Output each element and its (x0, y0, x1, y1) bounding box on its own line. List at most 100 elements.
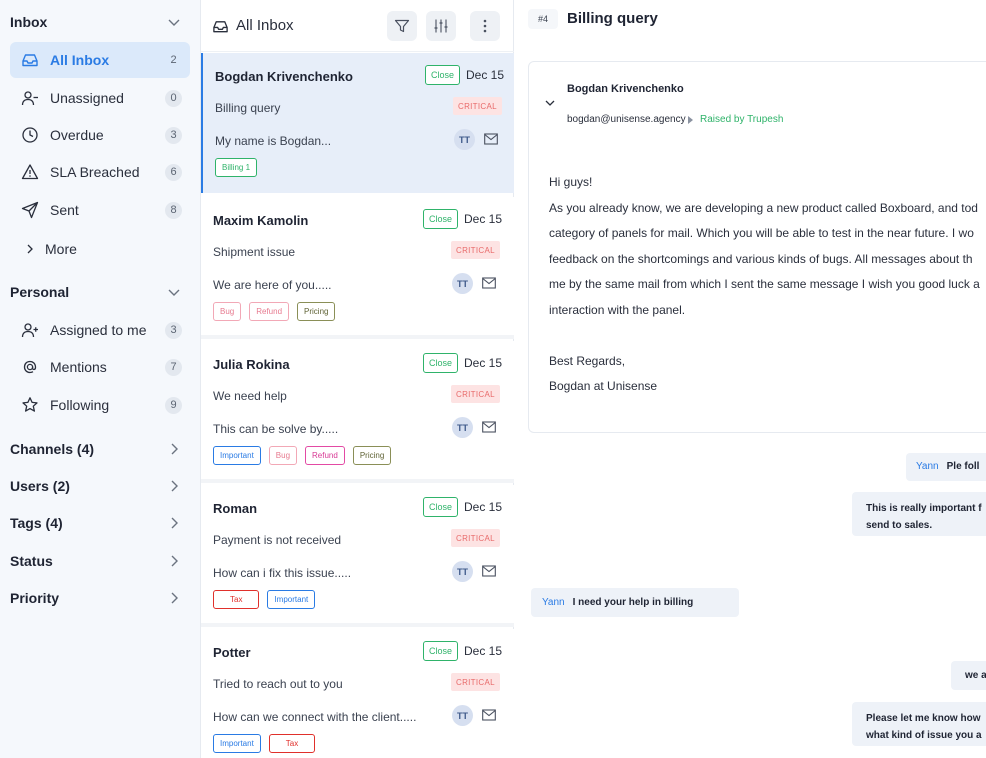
tag[interactable]: Bug (268, 446, 298, 465)
close-button[interactable]: Close (425, 65, 461, 85)
tag[interactable]: Tax (268, 734, 316, 753)
close-button[interactable]: Close (423, 209, 459, 229)
sidebar-item-more[interactable]: More (24, 239, 77, 259)
mail-icon[interactable] (484, 133, 498, 145)
sidebar-item-sla-breached[interactable]: SLA Breached 6 (10, 154, 190, 190)
sidebar-group-tags[interactable]: Tags (4) (10, 511, 182, 535)
sidebar-item-unassigned[interactable]: Unassigned 0 (10, 80, 190, 116)
chevron-down-icon (168, 19, 180, 26)
email-body: Hi guys! As you already know, we are dev… (549, 170, 986, 400)
sidebar-group-channels[interactable]: Channels (4) (10, 437, 182, 461)
ticket-preview: My name is Bogdan... (215, 134, 332, 148)
ticket-title: Billing query (567, 10, 658, 27)
tag-list: Billing 1 (215, 158, 258, 177)
ticket-date: Dec 15 (464, 356, 503, 370)
sidebar-item-all-inbox[interactable]: All Inbox 2 (10, 42, 190, 78)
close-button[interactable]: Close (423, 353, 459, 373)
body-line (549, 323, 986, 349)
mail-icon[interactable] (482, 709, 496, 721)
user-minus-icon (21, 89, 39, 107)
sidebar-item-overdue[interactable]: Overdue 3 (10, 117, 190, 153)
sidebar-group-users[interactable]: Users (2) (10, 474, 182, 498)
chevron-right-icon (171, 480, 178, 492)
tag[interactable]: Pricing (297, 302, 336, 321)
avatar[interactable]: TT (452, 417, 473, 438)
tag[interactable]: Important (213, 734, 261, 753)
count-badge: 6 (165, 163, 182, 181)
tag[interactable]: Pricing (352, 446, 392, 465)
tag[interactable]: Important (267, 590, 316, 609)
chat-bubble: Please let me know how what kind of issu… (852, 702, 986, 746)
sidebar-item-label: All Inbox (50, 52, 110, 68)
tag[interactable]: Refund (305, 446, 345, 465)
star-icon (21, 396, 39, 414)
mail-icon[interactable] (482, 421, 496, 433)
sidebar-group-status[interactable]: Status (10, 549, 182, 573)
sidebar-item-sent[interactable]: Sent 8 (10, 192, 190, 228)
at-icon (21, 358, 39, 376)
divider (201, 623, 514, 627)
adjust-button[interactable] (426, 11, 456, 41)
chat-text: we a (965, 670, 986, 681)
vertical-dots-icon (483, 19, 487, 33)
inbox-section-header[interactable]: Inbox (10, 10, 182, 34)
body-line: category of panels for mail. Which you w… (549, 226, 974, 240)
chat-text: send to sales. (866, 520, 933, 531)
ticket-card[interactable]: Roman Close Dec 15 Payment is not receiv… (201, 485, 514, 627)
ticket-subject: Payment is not received (213, 533, 342, 547)
ticket-card[interactable]: Potter Close Dec 15 Tried to reach out t… (201, 629, 514, 758)
ticket-list: All Inbox Bogdan Krivenchenko Close Dec … (201, 0, 514, 758)
priority-badge: CRITICAL (453, 97, 502, 115)
ticket-subject: Billing query (215, 101, 281, 115)
sidebar-item-mentions[interactable]: Mentions 7 (10, 349, 190, 385)
chevron-right-icon (27, 244, 33, 254)
filter-button[interactable] (387, 11, 417, 41)
chat-text: Ple foll (946, 461, 980, 472)
avatar[interactable]: TT (452, 273, 473, 294)
send-icon (21, 201, 39, 219)
tag[interactable]: Tax (213, 590, 260, 609)
sender-email[interactable]: bogdan@unisense.agency (567, 114, 686, 125)
ticket-number: #4 (528, 9, 558, 29)
ticket-card[interactable]: Julia Rokina Close Dec 15 We need help C… (201, 341, 514, 483)
avatar[interactable]: TT (452, 561, 473, 582)
more-options-button[interactable] (470, 11, 500, 41)
sidebar-item-assigned-to-me[interactable]: Assigned to me 3 (10, 312, 190, 348)
ticket-date: Dec 15 (464, 644, 503, 658)
sidebar-group-priority[interactable]: Priority (10, 586, 182, 610)
inbox-icon (21, 51, 39, 69)
group-label: Users (2) (10, 478, 70, 494)
body-line: me by the same mail from which I sent th… (549, 277, 980, 291)
chat-text: what kind of issue you a (866, 730, 982, 741)
mail-icon[interactable] (482, 277, 496, 289)
inbox-section-title: Inbox (10, 14, 48, 30)
ticket-card[interactable]: Maxim Kamolin Close Dec 15 Shipment issu… (201, 197, 514, 339)
tag-list: Important Tax (213, 734, 316, 753)
avatar[interactable]: TT (454, 129, 475, 150)
mail-icon[interactable] (482, 565, 496, 577)
priority-badge: CRITICAL (451, 673, 500, 691)
tag[interactable]: Refund (249, 302, 290, 321)
sidebar-item-following[interactable]: Following 9 (10, 387, 190, 423)
tag[interactable]: Billing 1 (215, 158, 258, 177)
filter-icon (394, 19, 410, 33)
divider (201, 479, 514, 483)
body-line: As you already know, we are developing a… (549, 200, 978, 215)
sidebar-item-label: SLA Breached (50, 164, 140, 180)
ticket-date: Dec 15 (464, 212, 503, 226)
count-badge: 8 (165, 201, 182, 219)
tag[interactable]: Bug (213, 302, 242, 321)
body-line: Bogdan at Unisense (549, 379, 658, 393)
close-button[interactable]: Close (423, 497, 459, 517)
user-plus-icon (21, 321, 39, 339)
chevron-down-icon[interactable] (544, 97, 556, 109)
tag[interactable]: Important (213, 446, 261, 465)
avatar[interactable]: TT (452, 705, 473, 726)
body-line: Best Regards, (549, 353, 626, 368)
personal-section-header[interactable]: Personal (10, 280, 182, 304)
ticket-preview: How can i fix this issue..... (213, 566, 352, 580)
ticket-card[interactable]: Bogdan Krivenchenko Close Dec 15 Billing… (201, 53, 514, 193)
ticket-detail: #4 Billing query Bogdan Krivenchenko bog… (515, 0, 986, 758)
close-button[interactable]: Close (423, 641, 459, 661)
ticket-subject: Tried to reach out to you (213, 677, 343, 691)
